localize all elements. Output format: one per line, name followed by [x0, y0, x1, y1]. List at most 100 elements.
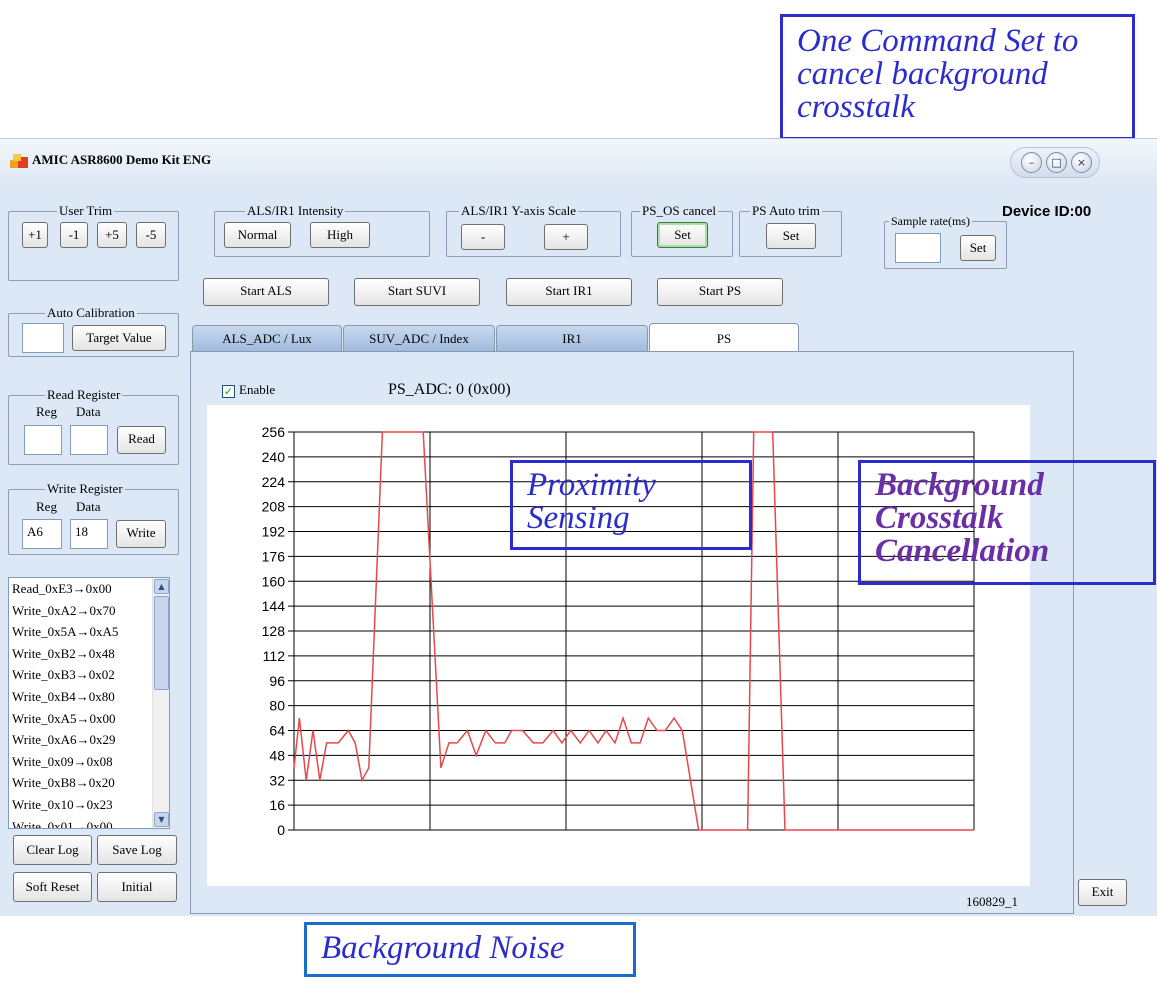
y-tick-label: 224 [262, 474, 286, 490]
target-value-button[interactable]: Target Value [72, 325, 166, 351]
exit-button[interactable]: Exit [1078, 879, 1127, 906]
y-axis-ticks: 0 16 32 48 64 80 96 112 128 144 160 176 192 208 224 240… [262, 424, 286, 838]
initial-button[interactable]: Initial [97, 872, 177, 902]
version-label: 160829_1 [966, 894, 1018, 909]
als-intensity-legend: ALS/IR1 Intensity [245, 203, 346, 218]
log-list[interactable]: Read_0xE3→0x00 Write_0xA2→0x70 Write_0x5A→… [8, 577, 170, 829]
user-trim-legend: User Trim [57, 203, 115, 218]
start-suvi-button[interactable]: Start SUVI [354, 278, 480, 306]
scroll-thumb[interactable] [154, 596, 169, 690]
ps-os-cancel-set-button[interactable]: Set [657, 222, 708, 248]
read-data-label: Data [76, 404, 101, 419]
auto-calibration-input[interactable] [22, 323, 64, 353]
close-icon: × [1076, 156, 1087, 169]
window-title: AMIC ASR8600 Demo Kit ENG [32, 152, 212, 167]
trim-plus5-button[interactable]: +5 [97, 222, 127, 248]
y-scale-legend: ALS/IR1 Y-axis Scale [459, 203, 579, 218]
clear-log-button[interactable]: Clear Log [13, 835, 92, 865]
y-tick-label: 80 [269, 698, 285, 714]
enable-label: Enable [239, 382, 276, 397]
read-reg-input[interactable] [24, 425, 62, 455]
log-item[interactable]: Write_0xA5→0x00 [9, 708, 169, 730]
y-tick-label: 176 [262, 548, 286, 564]
soft-reset-button[interactable]: Soft Reset [13, 872, 92, 902]
proximity-sensing-callout: Proximity Sensing [510, 460, 752, 550]
tab-als-adc-lux[interactable]: ALS_ADC / Lux [192, 325, 342, 353]
minimize-icon: – [1028, 156, 1035, 169]
close-button[interactable]: × [1071, 152, 1092, 173]
log-item[interactable]: Write_0x09→0x08 [9, 751, 169, 773]
y-scale-minus-button[interactable]: - [461, 224, 505, 250]
log-item[interactable]: Read_0xE3→0x00 [9, 578, 169, 600]
start-ps-button[interactable]: Start PS [657, 278, 783, 306]
crosstalk-command-callout: One Command Set to cancel background cro… [780, 14, 1135, 140]
scroll-down-icon: ▼ [158, 815, 165, 824]
log-item[interactable]: Write_0xB8→0x20 [9, 772, 169, 794]
log-item[interactable]: Write_0xB4→0x80 [9, 686, 169, 708]
log-scrollbar[interactable]: ▲ ▼ [152, 578, 169, 828]
log-item[interactable]: Write_0xB2→0x48 [9, 643, 169, 665]
save-log-button[interactable]: Save Log [97, 835, 177, 865]
check-icon: ✓ [223, 385, 234, 398]
start-als-button[interactable]: Start ALS [203, 278, 329, 306]
y-tick-label: 256 [262, 424, 286, 440]
write-data-label: Data [76, 499, 101, 514]
scroll-down-button[interactable]: ▼ [154, 812, 169, 827]
y-tick-label: 48 [269, 747, 285, 763]
trim-minus5-button[interactable]: -5 [136, 222, 166, 248]
minimize-button[interactable]: – [1021, 152, 1042, 173]
sample-rate-input[interactable] [895, 233, 941, 263]
log-item[interactable]: Write_0xA2→0x70 [9, 600, 169, 622]
log-lines: Read_0xE3→0x00 Write_0xA2→0x70 Write_0x5A→… [9, 578, 169, 828]
ps-os-cancel-legend: PS_OS cancel [640, 203, 719, 218]
write-button[interactable]: Write [116, 520, 166, 548]
y-scale-plus-button[interactable]: + [544, 224, 588, 250]
y-tick-label: 32 [269, 772, 285, 788]
enable-checkbox[interactable]: ✓ [222, 385, 235, 398]
device-id-label: Device ID:00 [1002, 203, 1092, 220]
maximize-icon: □ [1051, 156, 1062, 169]
trim-plus1-button[interactable]: +1 [22, 222, 48, 248]
y-tick-label: 0 [277, 822, 285, 838]
app-icon [10, 154, 28, 168]
y-tick-label: 160 [262, 573, 286, 589]
crosstalk-cancellation-callout: Background Crosstalk Cancellation [858, 460, 1156, 585]
y-tick-label: 240 [262, 449, 286, 465]
log-item[interactable]: Write_0xA6→0x29 [9, 729, 169, 751]
y-tick-label: 64 [269, 723, 285, 739]
sample-rate-set-button[interactable]: Set [960, 235, 996, 261]
maximize-button[interactable]: □ [1046, 152, 1067, 173]
scroll-up-button[interactable]: ▲ [154, 579, 169, 594]
background-noise-text: Background Noise [321, 930, 565, 966]
background-noise-callout: Background Noise [304, 922, 636, 977]
crosstalk-cancellation-text: Background Crosstalk Cancellation [875, 467, 1050, 569]
read-reg-label: Reg [36, 404, 57, 419]
ps-adc-readout: PS_ADC: 0 (0x00) [388, 381, 511, 398]
proximity-sensing-text: Proximity Sensing [527, 467, 656, 536]
start-ir1-button[interactable]: Start IR1 [506, 278, 632, 306]
log-item[interactable]: Write_0xB3→0x02 [9, 664, 169, 686]
y-tick-label: 208 [262, 499, 286, 515]
y-tick-label: 96 [269, 673, 285, 689]
y-tick-label: 112 [263, 648, 286, 664]
crosstalk-command-callout-text: One Command Set to cancel background cro… [797, 23, 1079, 125]
y-tick-label: 16 [269, 797, 285, 813]
read-data-input[interactable] [70, 425, 108, 455]
write-data-input[interactable]: 18 [70, 519, 108, 549]
log-item[interactable]: Write_0x10→0x23 [9, 794, 169, 816]
ps-auto-trim-set-button[interactable]: Set [766, 223, 816, 249]
tab-ps[interactable]: PS [649, 323, 799, 353]
log-item[interactable]: Write_0x5A→0xA5 [9, 621, 169, 643]
intensity-high-button[interactable]: High [310, 222, 370, 248]
write-reg-input[interactable]: A6 [22, 519, 62, 549]
trim-minus1-button[interactable]: -1 [60, 222, 88, 248]
intensity-normal-button[interactable]: Normal [224, 222, 291, 248]
log-item[interactable]: Write_0x01→0x00 [9, 816, 169, 828]
read-button[interactable]: Read [117, 426, 166, 454]
y-tick-label: 192 [262, 524, 286, 540]
write-reg-label: Reg [36, 499, 57, 514]
title-bar: AMIC ASR8600 Demo Kit ENG – □ × [0, 139, 1157, 187]
tab-ir1[interactable]: IR1 [496, 325, 648, 353]
tab-suv-adc-index[interactable]: SUV_ADC / Index [343, 325, 495, 353]
ps-auto-trim-legend: PS Auto trim [750, 203, 822, 218]
